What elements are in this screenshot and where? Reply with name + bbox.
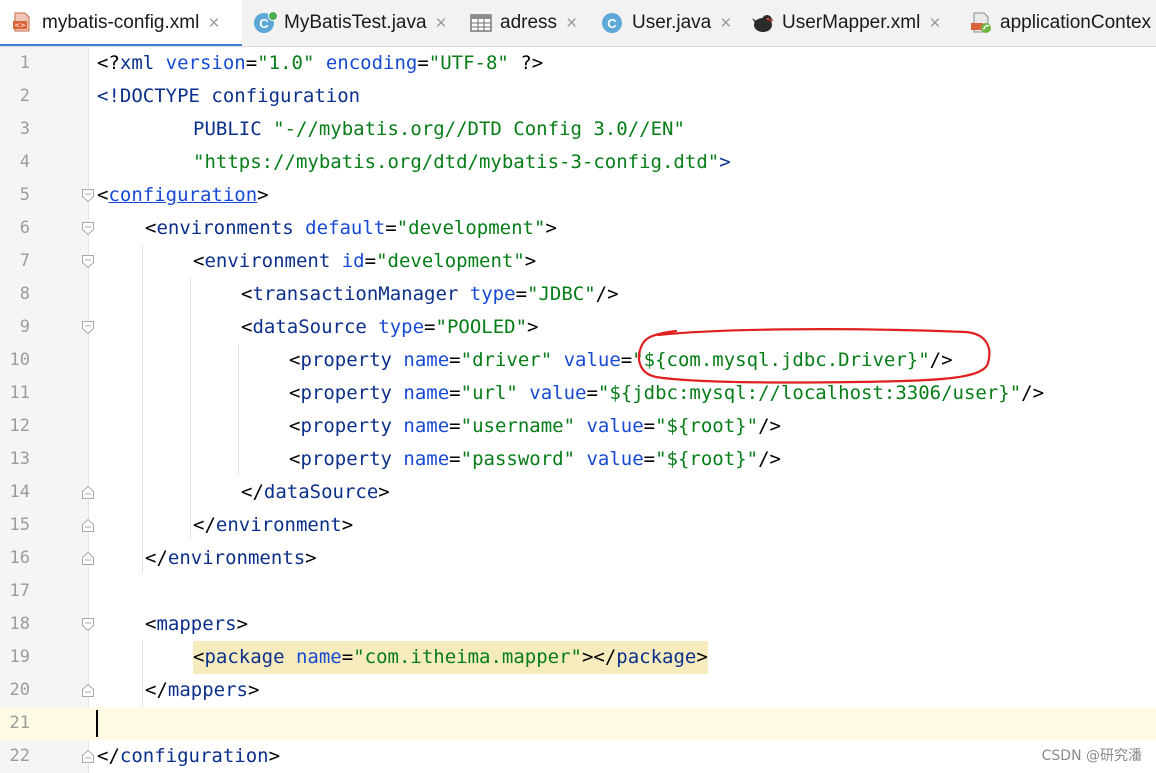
line-number: 17 (9, 581, 30, 601)
tab-mybatistest-java[interactable]: C MyBatisTest.java × (254, 0, 456, 46)
fold-close-icon[interactable] (81, 749, 95, 764)
code-text: </environment> (193, 514, 354, 536)
code-line[interactable]: 16 </environments> (0, 542, 1156, 575)
table-icon (470, 12, 492, 34)
code-text: <dataSource type="POOLED"> (241, 316, 539, 338)
tab-usermapper-xml[interactable]: UserMapper.xml × (752, 0, 954, 46)
tab-adress[interactable]: adress × (470, 0, 588, 46)
editor-tab-bar: <> mybatis-config.xml × C MyBatisTest.ja… (0, 0, 1156, 47)
line-number: 8 (19, 284, 30, 304)
code-line[interactable]: 7 <environment id="development"> (0, 245, 1156, 278)
line-number: 14 (9, 482, 30, 502)
watermark: CSDN @研究潘 (1041, 748, 1142, 764)
line-number: 19 (9, 647, 30, 667)
code-line-current[interactable]: 21 (0, 707, 1156, 740)
fold-open-icon[interactable] (81, 221, 95, 236)
line-number: 3 (19, 119, 30, 139)
code-text-highlighted: <package name="com.itheima.mapper"></pac… (193, 641, 708, 674)
code-text: </mappers> (145, 679, 260, 701)
fold-close-icon[interactable] (81, 485, 95, 500)
svg-text:<>: <> (14, 22, 26, 30)
line-number: 12 (9, 416, 30, 436)
spring-xml-icon (970, 12, 992, 34)
tab-label: mybatis-config.xml (42, 12, 200, 33)
tab-label: UserMapper.xml (782, 12, 921, 33)
code-text: </dataSource> (241, 481, 390, 503)
code-text: </environments> (145, 547, 317, 569)
fold-close-icon[interactable] (81, 551, 95, 566)
close-icon[interactable]: × (436, 14, 447, 33)
tab-label: adress (500, 12, 558, 33)
line-number: 21 (9, 713, 30, 733)
code-text: <property name="password" value="${root}… (289, 448, 781, 470)
close-icon[interactable]: × (720, 14, 731, 33)
line-number: 18 (9, 614, 30, 634)
java-class-icon: C (254, 11, 278, 34)
code-line[interactable]: 1 <?xml version="1.0" encoding="UTF-8" ?… (0, 47, 1156, 80)
code-text: </configuration> (97, 745, 281, 767)
code-line[interactable]: 19 <package name="com.itheima.mapper"></… (0, 641, 1156, 674)
code-text: "https://mybatis.org/dtd/mybatis-3-confi… (193, 151, 731, 173)
code-text: PUBLIC "-//mybatis.org//DTD Config 3.0//… (193, 118, 685, 140)
line-number: 15 (9, 515, 30, 535)
mybatis-bird-icon (752, 12, 774, 34)
code-line[interactable]: 2 <!DOCTYPE configuration (0, 80, 1156, 113)
line-number: 5 (19, 185, 30, 205)
java-class-icon: C (602, 12, 624, 34)
code-line[interactable]: 15 </environment> (0, 509, 1156, 542)
fold-open-icon[interactable] (81, 188, 95, 203)
xml-file-icon: <> (12, 12, 34, 34)
line-number: 4 (19, 152, 30, 172)
line-number: 22 (9, 746, 30, 766)
code-line[interactable]: 13 <property name="password" value="${ro… (0, 443, 1156, 476)
code-text: <mappers> (145, 613, 248, 635)
fold-open-icon[interactable] (81, 320, 95, 335)
line-number: 7 (19, 251, 30, 271)
line-number: 2 (19, 86, 30, 106)
close-icon[interactable]: × (566, 14, 577, 33)
code-line[interactable]: 20 </mappers> (0, 674, 1156, 707)
close-icon[interactable]: × (929, 14, 940, 33)
code-line[interactable]: 4 "https://mybatis.org/dtd/mybatis-3-con… (0, 146, 1156, 179)
line-number: 16 (9, 548, 30, 568)
tab-label: User.java (632, 12, 712, 33)
tab-applicationcontext-xml[interactable]: applicationContex (970, 0, 1156, 46)
text-caret (96, 710, 98, 737)
code-text: <property name="username" value="${root}… (289, 415, 781, 437)
code-text: <transactionManager type="JDBC"/> (241, 283, 619, 305)
code-line[interactable]: 6 <environments default="development"> (0, 212, 1156, 245)
code-line[interactable]: 8 <transactionManager type="JDBC"/> (0, 278, 1156, 311)
tab-mybatis-config-xml[interactable]: <> mybatis-config.xml × (0, 0, 242, 46)
code-line[interactable]: 12 <property name="username" value="${ro… (0, 410, 1156, 443)
fold-close-icon[interactable] (81, 683, 95, 698)
line-number: 9 (19, 317, 30, 337)
code-line[interactable]: 3 PUBLIC "-//mybatis.org//DTD Config 3.0… (0, 113, 1156, 146)
code-line[interactable]: 5 <configuration> (0, 179, 1156, 212)
line-number: 10 (9, 350, 30, 370)
close-icon[interactable]: × (208, 14, 219, 33)
code-text: <environment id="development"> (193, 250, 537, 272)
code-text: <environments default="development"> (145, 217, 557, 239)
code-line[interactable]: 17 (0, 575, 1156, 608)
line-number: 6 (19, 218, 30, 238)
tab-user-java[interactable]: C User.java × (602, 0, 740, 46)
line-number: 13 (9, 449, 30, 469)
tab-label: MyBatisTest.java (284, 12, 427, 33)
line-number: 11 (9, 383, 30, 403)
line-number: 1 (19, 53, 30, 73)
red-annotation-ellipse (637, 328, 991, 384)
code-text: <configuration> (97, 184, 269, 206)
tab-label: applicationContex (1000, 12, 1152, 33)
fold-open-icon[interactable] (81, 254, 95, 269)
line-number: 20 (9, 680, 30, 700)
code-text: <?xml version="1.0" encoding="UTF-8" ?> (97, 52, 544, 74)
code-line[interactable]: 18 <mappers> (0, 608, 1156, 641)
code-line[interactable]: 22 </configuration> (0, 740, 1156, 773)
code-text: <!DOCTYPE configuration (97, 85, 361, 107)
code-line[interactable]: 14 </dataSource> (0, 476, 1156, 509)
code-editor[interactable]: 1 <?xml version="1.0" encoding="UTF-8" ?… (0, 47, 1156, 773)
fold-close-icon[interactable] (81, 518, 95, 533)
fold-open-icon[interactable] (81, 617, 95, 632)
